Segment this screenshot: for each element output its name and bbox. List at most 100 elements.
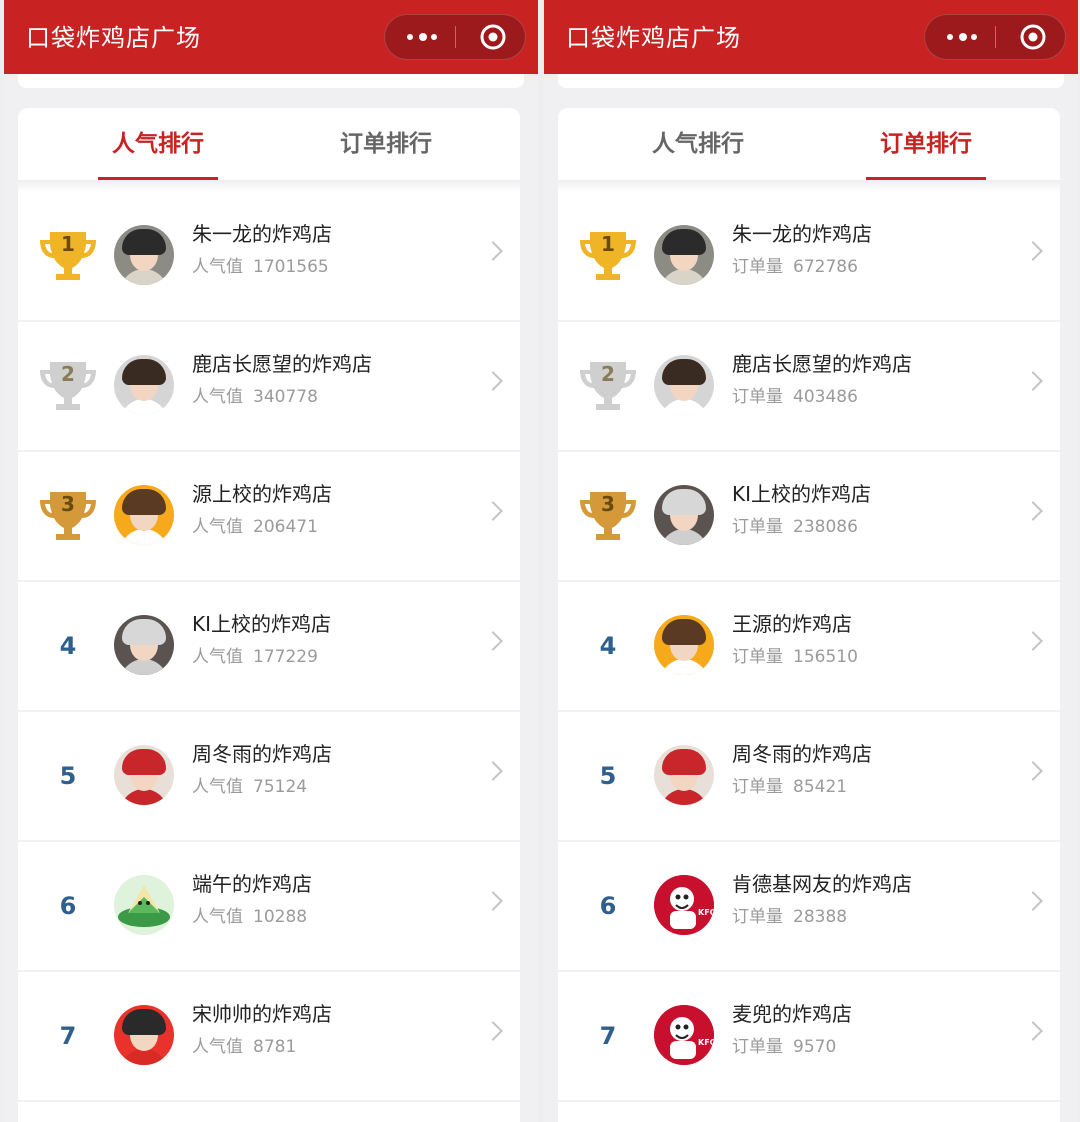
avatar-body [660,789,708,805]
shop-metric: 人气值 177229 [192,642,318,667]
shop-metric: 人气值 8781 [192,1032,296,1057]
rank-number: 1 [601,232,615,256]
avatar [114,745,174,805]
more-dot-icon [419,33,427,41]
ranking-row[interactable]: 2 鹿店长愿望的炸鸡店 人气值 340778 [18,322,520,452]
chevron-right-icon [1023,241,1043,261]
tab-popularity[interactable]: 人气排行 [598,108,798,180]
ranking-row[interactable]: 1 朱一龙的炸鸡店 人气值 1701565 [18,192,520,322]
ranking-row[interactable]: 3 源上校的炸鸡店 人气值 206471 [18,452,520,582]
rank-number: 5 [599,762,617,790]
shop-name: 端午的炸鸡店 [192,872,312,896]
shop-metric: 人气值 10288 [192,902,307,927]
ranking-row[interactable]: 3 KI上校的炸鸡店 订单量 238086 [558,452,1060,582]
rank-number: 3 [61,492,75,516]
tab-orders[interactable]: 订单排行 [286,108,486,180]
metric-label: 订单量 [732,1037,783,1057]
avatar [654,225,714,285]
avatar-hair [662,229,706,255]
gold-trophy-icon: 1 [576,226,640,286]
shop-metric: 订单量 403486 [732,382,858,407]
ranking-row[interactable]: 7 宋帅帅的炸鸡店 人气值 8781 [18,972,520,1102]
metric-label: 人气值 [192,777,243,797]
tab-shadow [558,180,1060,192]
rank-number: 2 [61,362,75,386]
more-dot-icon [947,34,953,40]
tab-label: 人气排行 [652,131,744,157]
avatar-body [660,269,708,285]
avatar [654,615,714,675]
metric-value: 85421 [793,777,848,797]
rank-number: 5 [59,762,77,790]
bronze-trophy-icon: 3 [36,486,100,546]
shop-metric: 人气值 340778 [192,382,318,407]
metric-label: 订单量 [732,777,783,797]
rank-number: 4 [59,632,77,660]
avatar [114,355,174,415]
ranking-row[interactable]: 7 KFC 麦兜的炸鸡店 订单量 9570 [558,972,1060,1102]
svg-text:KFC: KFC [698,1038,714,1047]
shop-name: KI上校的炸鸡店 [192,612,332,636]
avatar: KFC [654,1005,714,1065]
more-dot-icon [959,33,967,41]
shop-metric: 人气值 75124 [192,772,307,797]
shop-name: 宋帅帅的炸鸡店 [192,1002,332,1026]
chevron-right-icon [483,501,503,521]
ranking-row[interactable]: 5 周冬雨的炸鸡店订单量 85421 [558,712,1060,842]
ranking-row[interactable]: 6 端午的炸鸡店 人气值 10288 [18,842,520,972]
metric-label: 人气值 [192,517,243,537]
chevron-right-icon [483,371,503,391]
avatar-hair [662,619,706,645]
more-menu-button[interactable] [925,15,995,59]
rank-number: 2 [601,362,615,386]
shop-name: 朱一龙的炸鸡店 [192,222,332,246]
ranking-row[interactable]: 4 王源的炸鸡店 订单量 156510 [558,582,1060,712]
avatar [114,1005,174,1065]
miniprogram-capsule [384,14,526,60]
more-menu-button[interactable] [385,15,455,59]
gold-trophy-icon: 1 [36,226,100,286]
metric-value: 238086 [793,517,858,537]
top-card-strip [558,74,1064,88]
metric-label: 订单量 [732,387,783,407]
tab-label: 人气排行 [112,131,204,157]
ranking-row[interactable]: 4 KI上校的炸鸡店 人气值 177229 [18,582,520,712]
avatar-body [120,529,168,545]
metric-value: 10288 [253,907,308,927]
more-dot-icon [431,34,437,40]
rank-number: 1 [61,232,75,256]
app-title: 口袋炸鸡店广场 [26,24,201,52]
chevron-right-icon [1023,631,1043,651]
chevron-right-icon [483,631,503,651]
metric-value: 75124 [253,777,308,797]
tab-underline [866,177,986,180]
chevron-right-icon [1023,371,1043,391]
close-target-button[interactable] [479,23,507,51]
ranking-row[interactable]: 6 KFC 肯德基网友的炸鸡店 订单量 28388 [558,842,1060,972]
ranking-card: 人气排行 订单排行 1 朱一龙的炸鸡店 人气值 1701565 2 鹿店长愿望的炸鸡店 人气值 3… [18,108,520,1122]
metric-label: 订单量 [732,517,783,537]
avatar [114,485,174,545]
ranking-row[interactable]: 1 朱一龙的炸鸡店 订单量 672786 [558,192,1060,322]
avatar-body [660,659,708,675]
shop-metric: 订单量 9570 [732,1032,836,1057]
capsule-divider [995,26,996,48]
ranking-row[interactable]: 5 周冬雨的炸鸡店 人气值 75124 [18,712,520,842]
shop-name: 周冬雨的炸鸡店 [732,742,872,766]
close-target-button[interactable] [1019,23,1047,51]
tab-popularity[interactable]: 人气排行 [58,108,258,180]
avatar-hair [662,749,706,775]
metric-value: 177229 [253,647,318,667]
chevron-right-icon [483,241,503,261]
chevron-right-icon [1023,891,1043,911]
rank-number: 6 [59,892,77,920]
ranking-row[interactable]: 2 鹿店长愿望的炸鸡店 订单量 403486 [558,322,1060,452]
shop-metric: 人气值 1701565 [192,252,329,277]
avatar-hair [662,489,706,515]
tab-orders[interactable]: 订单排行 [826,108,1026,180]
shop-name: 鹿店长愿望的炸鸡店 [732,352,912,376]
avatar-hair [122,359,166,385]
avatar [654,355,714,415]
nav-header: 口袋炸鸡店广场 [4,0,538,74]
tab-underline [98,177,218,180]
